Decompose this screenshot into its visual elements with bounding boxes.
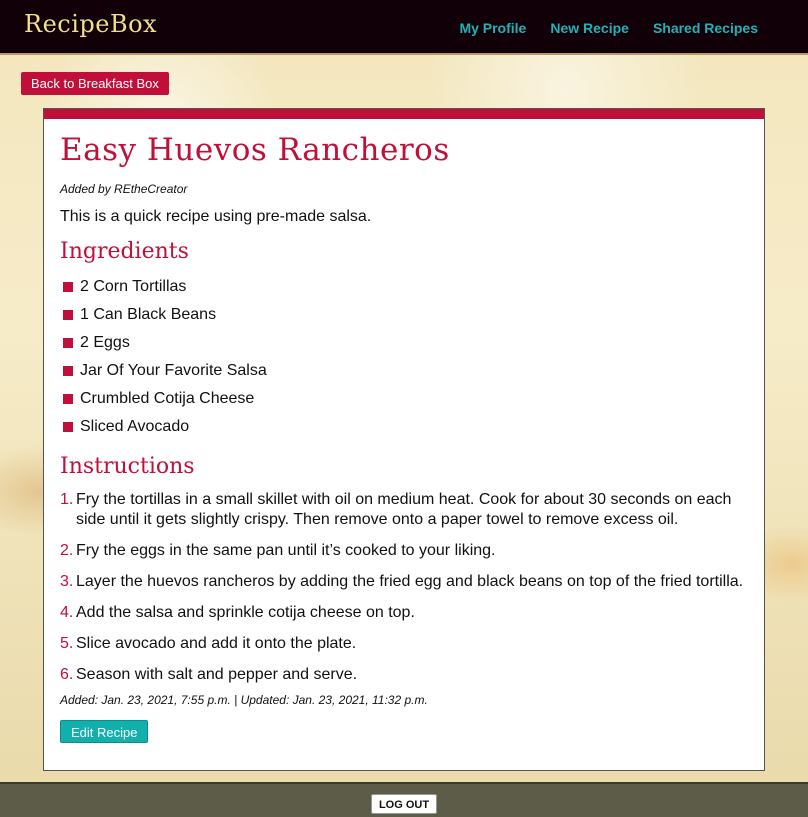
instruction-step: 6. Season with salt and pepper and serve. bbox=[60, 665, 748, 685]
recipe-description: This is a quick recipe using pre-made sa… bbox=[60, 208, 372, 225]
ingredients-list: 2 Corn Tortillas 1 Can Black Beans 2 Egg… bbox=[60, 273, 748, 441]
brand-logo[interactable]: RecipeBox bbox=[24, 10, 157, 38]
recipe-timestamps: Added: Jan. 23, 2021, 7:55 p.m. | Update… bbox=[60, 693, 428, 707]
instruction-step: 1. Fry the tortillas in a small skillet w… bbox=[60, 490, 748, 530]
back-to-box-button[interactable]: Back to Breakfast Box bbox=[21, 72, 169, 95]
ingredient-item: 2 Corn Tortillas bbox=[60, 273, 748, 301]
ingredient-text: Crumbled Cotija Cheese bbox=[80, 390, 255, 407]
ingredient-item: Crumbled Cotija Cheese bbox=[60, 385, 748, 413]
card-accent-bar bbox=[44, 109, 764, 119]
recipe-card: Easy Huevos Rancheros Added by REtheCrea… bbox=[43, 108, 765, 771]
ingredient-text: Sliced Avocado bbox=[80, 418, 190, 435]
bullet-icon bbox=[63, 310, 73, 320]
step-number: 2. bbox=[60, 542, 74, 559]
ingredients-heading: Ingredients bbox=[60, 239, 189, 264]
bullet-icon bbox=[63, 366, 73, 376]
instructions-list: 1. Fry the tortillas in a small skillet w… bbox=[60, 490, 748, 685]
recipe-title: Easy Huevos Rancheros bbox=[60, 132, 450, 168]
step-number: 3. bbox=[60, 573, 74, 590]
ingredient-text: 2 Corn Tortillas bbox=[80, 278, 187, 295]
navbar: RecipeBox My Profile New Recipe Shared R… bbox=[0, 0, 808, 55]
bullet-icon bbox=[63, 338, 73, 348]
bullet-icon bbox=[63, 282, 73, 292]
step-number: 4. bbox=[60, 604, 74, 621]
logout-button[interactable]: LOG OUT bbox=[371, 794, 437, 814]
instructions-heading: Instructions bbox=[60, 454, 195, 479]
nav-links: My Profile New Recipe Shared Recipes bbox=[459, 20, 758, 36]
step-number: 6. bbox=[60, 666, 74, 683]
footer-bar: LOG OUT bbox=[0, 782, 808, 817]
step-text: Slice avocado and add it onto the plate. bbox=[76, 635, 357, 652]
step-text: Season with salt and pepper and serve. bbox=[76, 666, 358, 683]
step-number: 1. bbox=[60, 491, 74, 508]
instruction-step: 4. Add the salsa and sprinkle cotija chee… bbox=[60, 603, 748, 623]
nav-shared-recipes[interactable]: Shared Recipes bbox=[653, 20, 758, 36]
bullet-icon bbox=[63, 422, 73, 432]
recipe-author: Added by REtheCreator bbox=[60, 182, 188, 196]
instruction-step: 3. Layer the huevos rancheros by adding t… bbox=[60, 572, 748, 592]
step-text: Fry the eggs in the same pan until it’s … bbox=[76, 542, 496, 559]
step-number: 5. bbox=[60, 635, 74, 652]
ingredient-item: 2 Eggs bbox=[60, 329, 748, 357]
step-text: Layer the huevos rancheros by adding the… bbox=[76, 573, 744, 590]
ingredient-text: Jar Of Your Favorite Salsa bbox=[80, 362, 267, 379]
edit-recipe-button[interactable]: Edit Recipe bbox=[60, 720, 149, 743]
instruction-step: 2. Fry the eggs in the same pan until it’… bbox=[60, 541, 748, 561]
bullet-icon bbox=[63, 394, 73, 404]
nav-my-profile[interactable]: My Profile bbox=[459, 20, 526, 36]
ingredient-text: 2 Eggs bbox=[80, 334, 130, 351]
ingredient-item: Jar Of Your Favorite Salsa bbox=[60, 357, 748, 385]
ingredient-item: 1 Can Black Beans bbox=[60, 301, 748, 329]
step-text: Fry the tortillas in a small skillet wit… bbox=[76, 491, 732, 528]
ingredient-text: 1 Can Black Beans bbox=[80, 306, 217, 323]
nav-new-recipe[interactable]: New Recipe bbox=[550, 20, 629, 36]
ingredient-item: Sliced Avocado bbox=[60, 413, 748, 441]
instruction-step: 5. Slice avocado and add it onto the plat… bbox=[60, 634, 748, 654]
step-text: Add the salsa and sprinkle cotija cheese… bbox=[76, 604, 415, 621]
